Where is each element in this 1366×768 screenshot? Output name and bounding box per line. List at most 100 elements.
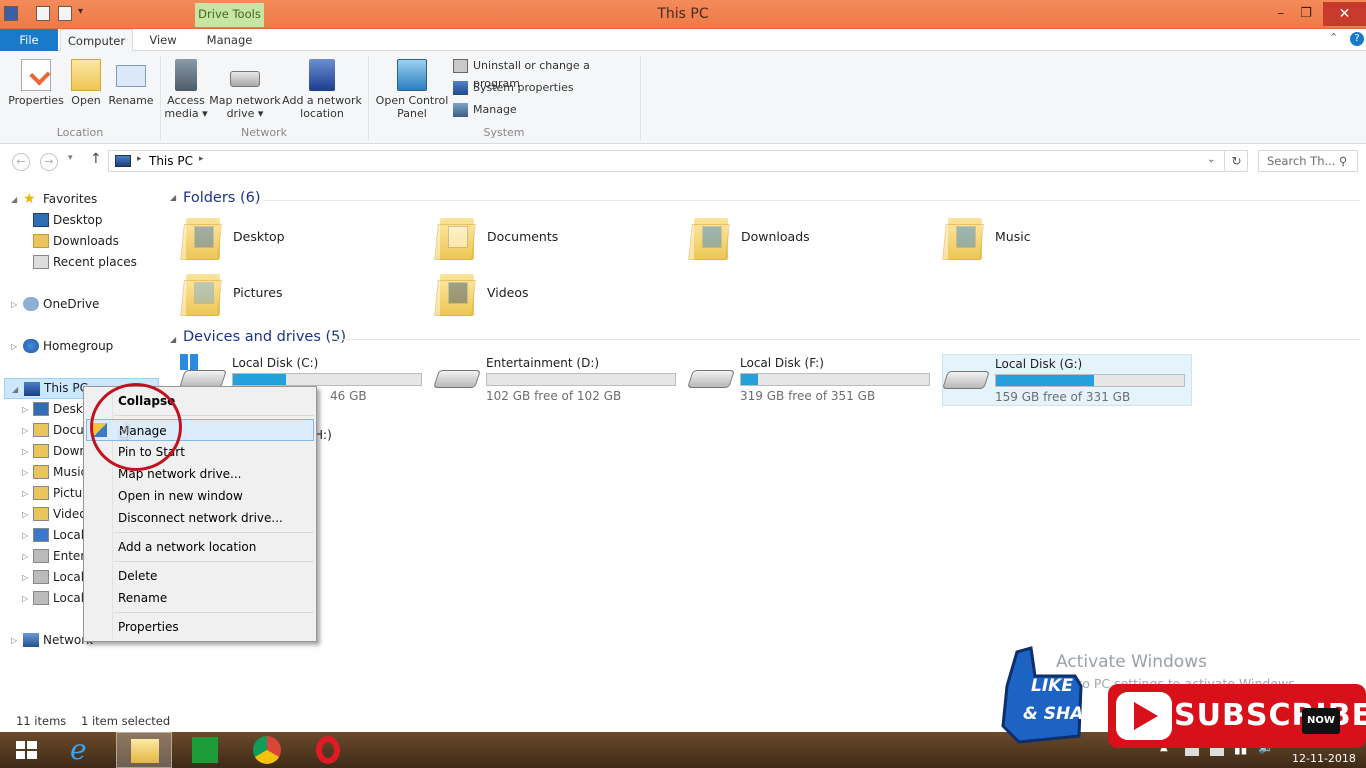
- taskbar-store[interactable]: [178, 732, 234, 768]
- refresh-icon[interactable]: ↻: [1224, 151, 1248, 171]
- expand-triangle-icon[interactable]: ▷: [22, 441, 28, 462]
- search-input[interactable]: Search Th... ⚲: [1258, 150, 1358, 172]
- tray-date[interactable]: 12-11-2018: [1292, 752, 1356, 765]
- uninstall-program-button[interactable]: Uninstall or change a program: [453, 57, 638, 90]
- expand-triangle-icon[interactable]: ▷: [22, 483, 28, 504]
- folder-tile[interactable]: Music: [942, 214, 1194, 268]
- rename-label: Rename: [108, 94, 154, 107]
- system-properties-icon: [453, 81, 468, 95]
- expand-triangle-icon[interactable]: ▷: [11, 630, 17, 651]
- folder-icon: [33, 402, 49, 416]
- add-network-location-icon: [309, 59, 335, 91]
- breadcrumb-this-pc[interactable]: This PC: [149, 154, 193, 168]
- network-group-label: Network: [241, 126, 287, 139]
- breadcrumb-chevron-icon[interactable]: ▸: [137, 154, 142, 164]
- expand-triangle-icon[interactable]: ▷: [22, 567, 28, 588]
- drive-name: Entertainment (D:): [486, 356, 600, 370]
- rename-icon: [116, 65, 146, 87]
- taskbar-opera[interactable]: [302, 732, 358, 768]
- folders-collapse-icon[interactable]: ◢: [170, 193, 176, 202]
- folder-tile[interactable]: Pictures: [180, 270, 432, 324]
- system-properties-button[interactable]: System properties: [453, 79, 638, 97]
- folder-icon: [688, 214, 730, 260]
- drive-name: Local Disk (F:): [740, 356, 824, 370]
- expand-triangle-icon[interactable]: ▷: [22, 399, 28, 420]
- tab-file[interactable]: File: [0, 29, 58, 51]
- menu-item-add-network-location[interactable]: Add a network location: [86, 536, 314, 558]
- tab-manage[interactable]: Manage: [195, 29, 264, 51]
- minimize-button[interactable]: –: [1269, 4, 1293, 24]
- share-text: & SHARE: [1023, 704, 1109, 724]
- folder-tile[interactable]: Downloads: [688, 214, 940, 268]
- rename-button[interactable]: Rename: [108, 59, 154, 107]
- maximize-button[interactable]: ❐: [1294, 4, 1318, 24]
- taskbar-internet-explorer[interactable]: e: [58, 732, 114, 768]
- windows-logo-pane: [27, 741, 37, 749]
- expand-triangle-icon[interactable]: ▷: [22, 504, 28, 525]
- nav-item-recent-places[interactable]: Recent places: [0, 252, 160, 273]
- nav-onedrive[interactable]: ▷ OneDrive: [0, 294, 160, 315]
- menu-item-rename[interactable]: Rename: [86, 587, 314, 609]
- homegroup-icon: [23, 339, 39, 353]
- manage-button[interactable]: Manage: [453, 101, 638, 119]
- help-icon[interactable]: ?: [1350, 32, 1364, 46]
- up-button[interactable]: ↑: [90, 151, 102, 167]
- expand-triangle-icon[interactable]: ▷: [11, 294, 17, 315]
- ribbon: Properties Open Rename Location Access m…: [0, 51, 1366, 144]
- folder-tile[interactable]: Desktop: [180, 214, 432, 268]
- forward-button[interactable]: →: [40, 153, 58, 171]
- drive-usage-bar: [232, 373, 422, 386]
- access-media-icon: [175, 59, 197, 91]
- expand-triangle-icon[interactable]: ▷: [22, 588, 28, 609]
- title-bar: ▾ Drive Tools This PC – ❐ ✕: [0, 0, 1366, 29]
- file-explorer-icon: [131, 739, 159, 763]
- drives-collapse-icon[interactable]: ◢: [170, 335, 176, 344]
- drive-tile[interactable]: Entertainment (D:) 102 GB free of 102 GB: [433, 354, 684, 406]
- folder-label: Desktop: [233, 229, 285, 244]
- add-location-label-2: location: [300, 107, 344, 120]
- expand-triangle-icon[interactable]: ▷: [11, 336, 17, 357]
- nav-favorites[interactable]: ◢ ★ Favorites: [0, 189, 160, 210]
- search-icon[interactable]: ⚲: [1339, 151, 1347, 171]
- nav-item-desktop[interactable]: Desktop: [0, 210, 160, 231]
- collapse-triangle-icon[interactable]: ◢: [12, 379, 18, 400]
- recent-locations-icon[interactable]: ▾: [68, 153, 73, 163]
- drive-tile[interactable]: Local Disk (G:) 159 GB free of 331 GB: [942, 354, 1192, 406]
- address-dropdown-icon[interactable]: ⌄: [1207, 154, 1215, 165]
- nav-homegroup[interactable]: ▷ Homegroup: [0, 336, 160, 357]
- open-control-panel-button[interactable]: Open Control Panel: [373, 59, 451, 120]
- breadcrumb-chevron-icon[interactable]: ▸: [199, 154, 204, 164]
- tab-view[interactable]: View: [140, 29, 186, 51]
- folder-icon: [434, 214, 476, 260]
- expand-triangle-icon[interactable]: ▷: [22, 420, 28, 441]
- close-button[interactable]: ✕: [1323, 2, 1366, 26]
- properties-button[interactable]: Properties: [6, 59, 66, 107]
- open-button[interactable]: Open: [68, 59, 104, 107]
- expand-triangle-icon[interactable]: ▷: [22, 525, 28, 546]
- menu-item-delete[interactable]: Delete: [86, 565, 314, 587]
- expand-triangle-icon[interactable]: ▷: [22, 546, 28, 567]
- folder-tile[interactable]: Videos: [434, 270, 686, 324]
- menu-item-properties[interactable]: Properties: [86, 616, 314, 638]
- drives-group-header[interactable]: Devices and drives (5): [183, 329, 346, 345]
- drive-tile[interactable]: Local Disk (F:) 319 GB free of 351 GB: [687, 354, 938, 406]
- taskbar-file-explorer[interactable]: [116, 732, 172, 768]
- collapse-triangle-icon[interactable]: ◢: [11, 189, 17, 210]
- folders-group-header[interactable]: Folders (6): [183, 190, 261, 206]
- expand-triangle-icon[interactable]: ▷: [22, 462, 28, 483]
- nav-item-downloads[interactable]: Downloads: [0, 231, 160, 252]
- back-button[interactable]: ←: [12, 153, 30, 171]
- collapse-ribbon-icon[interactable]: ⌃: [1329, 31, 1338, 44]
- folder-tile[interactable]: Documents: [434, 214, 686, 268]
- taskbar-chrome[interactable]: [240, 732, 296, 768]
- address-bar[interactable]: ▸ This PC ▸ ⌄ ↻: [108, 150, 1248, 172]
- group-divider: [336, 339, 1360, 340]
- add-network-location-button[interactable]: Add a network location: [282, 59, 362, 120]
- start-button[interactable]: [0, 732, 56, 768]
- access-media-button[interactable]: Access media ▾: [164, 59, 208, 120]
- drive-usage-fill: [233, 374, 286, 385]
- map-network-drive-button[interactable]: Map network drive ▾: [208, 59, 282, 120]
- menu-item-open-new-window[interactable]: Open in new window: [86, 485, 314, 507]
- tab-computer[interactable]: Computer: [60, 29, 133, 52]
- menu-item-disconnect-network-drive[interactable]: Disconnect network drive...: [86, 507, 314, 529]
